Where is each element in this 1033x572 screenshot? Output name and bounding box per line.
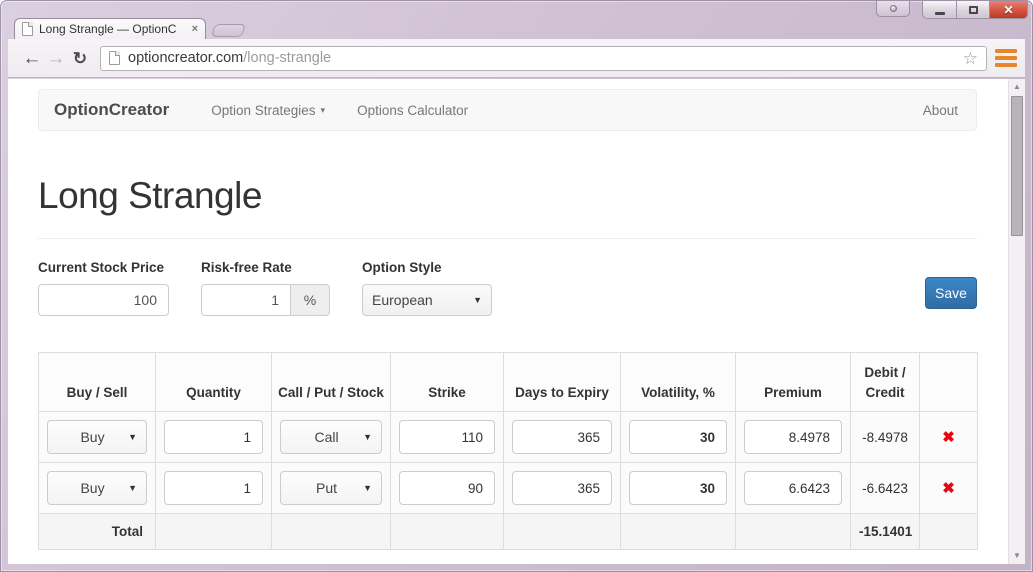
stock-price-label: Current Stock Price [38,260,169,275]
minimize-icon [935,12,945,15]
site-navbar: OptionCreator Option Strategies ▾ Option… [38,89,977,131]
address-bar[interactable]: optioncreator.com/long-strangle ☆ [100,46,987,71]
browser-tab[interactable]: Long Strangle — OptionC × [14,18,206,39]
row2-call-put-select[interactable]: Put ▼ [280,471,382,505]
row1-quantity-input[interactable] [164,420,263,454]
browser-toolbar: ← → ↻ optioncreator.com/long-strangle ☆ [8,39,1025,78]
risk-free-field: Risk-free Rate % [201,260,330,316]
page-icon [109,51,120,65]
url-path: /long-strangle [243,50,331,66]
row1-strike-input[interactable] [399,420,495,454]
menu-icon [995,49,1017,53]
row1-buy-sell-select[interactable]: Buy ▼ [47,420,147,454]
stock-price-field: Current Stock Price [38,260,169,316]
caret-down-icon: ▾ [321,105,326,116]
row2-buy-sell-select[interactable]: Buy ▼ [47,471,147,505]
row2-quantity-input[interactable] [164,471,263,505]
nav-option-strategies[interactable]: Option Strategies ▾ [211,103,325,118]
total-label: Total [39,514,156,550]
browser-window: Long Strangle — OptionC × ✕ ← → [0,0,1033,572]
bookmark-star-icon[interactable]: ☆ [963,50,978,67]
row1-days-input[interactable] [512,420,612,454]
minimize-button[interactable] [922,1,956,19]
legs-table: Buy / Sell Quantity Call / Put / Stock S… [38,352,978,550]
row1-premium-input[interactable] [744,420,842,454]
url-text[interactable]: optioncreator.com/long-strangle [128,50,331,66]
row2-delete-button[interactable]: ✖ [942,480,955,497]
reload-icon[interactable]: ↻ [68,50,92,67]
browser-menu-button[interactable] [993,47,1019,69]
nav-options-calculator[interactable]: Options Calculator [357,103,468,118]
header-call-put-stock: Call / Put / Stock [272,353,391,412]
header-buy-sell: Buy / Sell [39,353,156,412]
row2-strike-input[interactable] [399,471,495,505]
option-style-label: Option Style [362,260,492,275]
profile-button[interactable] [876,1,910,17]
risk-free-label: Risk-free Rate [201,260,330,275]
maximize-icon [969,6,978,14]
tab-title: Long Strangle — OptionC [39,22,186,36]
page-viewport: OptionCreator Option Strategies ▾ Option… [8,79,1025,564]
row1-debit-credit: -8.4978 [851,412,920,463]
row1-call-put-select[interactable]: Call ▼ [280,420,382,454]
page-title: Long Strangle [38,175,977,217]
option-style-select[interactable]: European ▼ [362,284,492,316]
row2-premium-input[interactable] [744,471,842,505]
header-debit-credit: Debit / Credit [851,353,920,412]
header-quantity: Quantity [156,353,272,412]
table-header-row: Buy / Sell Quantity Call / Put / Stock S… [39,353,978,412]
header-actions [920,353,978,412]
select-caret-icon: ▼ [128,432,137,442]
forward-icon: → [44,49,68,68]
close-icon: ✕ [1003,4,1013,16]
total-debit-credit: -15.1401 [851,514,920,550]
header-days-to-expiry: Days to Expiry [504,353,621,412]
select-caret-icon: ▼ [473,295,482,305]
row2-debit-credit: -6.6423 [851,463,920,514]
header-strike: Strike [391,353,504,412]
scroll-down-icon[interactable]: ▼ [1009,548,1025,564]
close-button[interactable]: ✕ [989,1,1028,19]
row2-volatility-input[interactable] [629,471,727,505]
row2-days-input[interactable] [512,471,612,505]
nav-about[interactable]: About [923,103,958,118]
new-tab-button[interactable] [211,24,246,37]
row1-delete-button[interactable]: ✖ [942,429,955,446]
window-controls: ✕ [876,1,1028,19]
page-container: OptionCreator Option Strategies ▾ Option… [38,79,977,550]
back-icon[interactable]: ← [20,49,44,68]
stock-price-input[interactable] [38,284,169,316]
parameters-form: Current Stock Price Risk-free Rate % Opt… [38,260,977,316]
select-caret-icon: ▼ [363,483,372,493]
page-favicon-icon [22,22,33,36]
scrollbar-thumb[interactable] [1011,96,1023,236]
select-caret-icon: ▼ [363,432,372,442]
page-scrollbar[interactable]: ▲ ▼ [1008,79,1025,564]
scroll-up-icon[interactable]: ▲ [1009,79,1025,95]
brand-link[interactable]: OptionCreator [54,100,169,120]
row1-volatility-input[interactable] [629,420,727,454]
title-bar[interactable]: Long Strangle — OptionC × ✕ [0,0,1033,39]
url-domain: optioncreator.com [128,50,243,66]
select-caret-icon: ▼ [128,483,137,493]
risk-free-input[interactable] [201,284,291,316]
maximize-button[interactable] [956,1,989,19]
heading-divider [38,238,977,239]
header-premium: Premium [736,353,851,412]
option-style-field: Option Style European ▼ [362,260,492,316]
percent-addon: % [291,284,330,316]
total-row: Total -15.1401 [39,514,978,550]
save-button[interactable]: Save [925,277,977,309]
tab-close-icon[interactable]: × [192,24,198,35]
profile-icon [890,5,897,12]
table-row: Buy ▼ Call ▼ [39,412,978,463]
table-row: Buy ▼ Put ▼ [39,463,978,514]
header-volatility: Volatility, % [621,353,736,412]
